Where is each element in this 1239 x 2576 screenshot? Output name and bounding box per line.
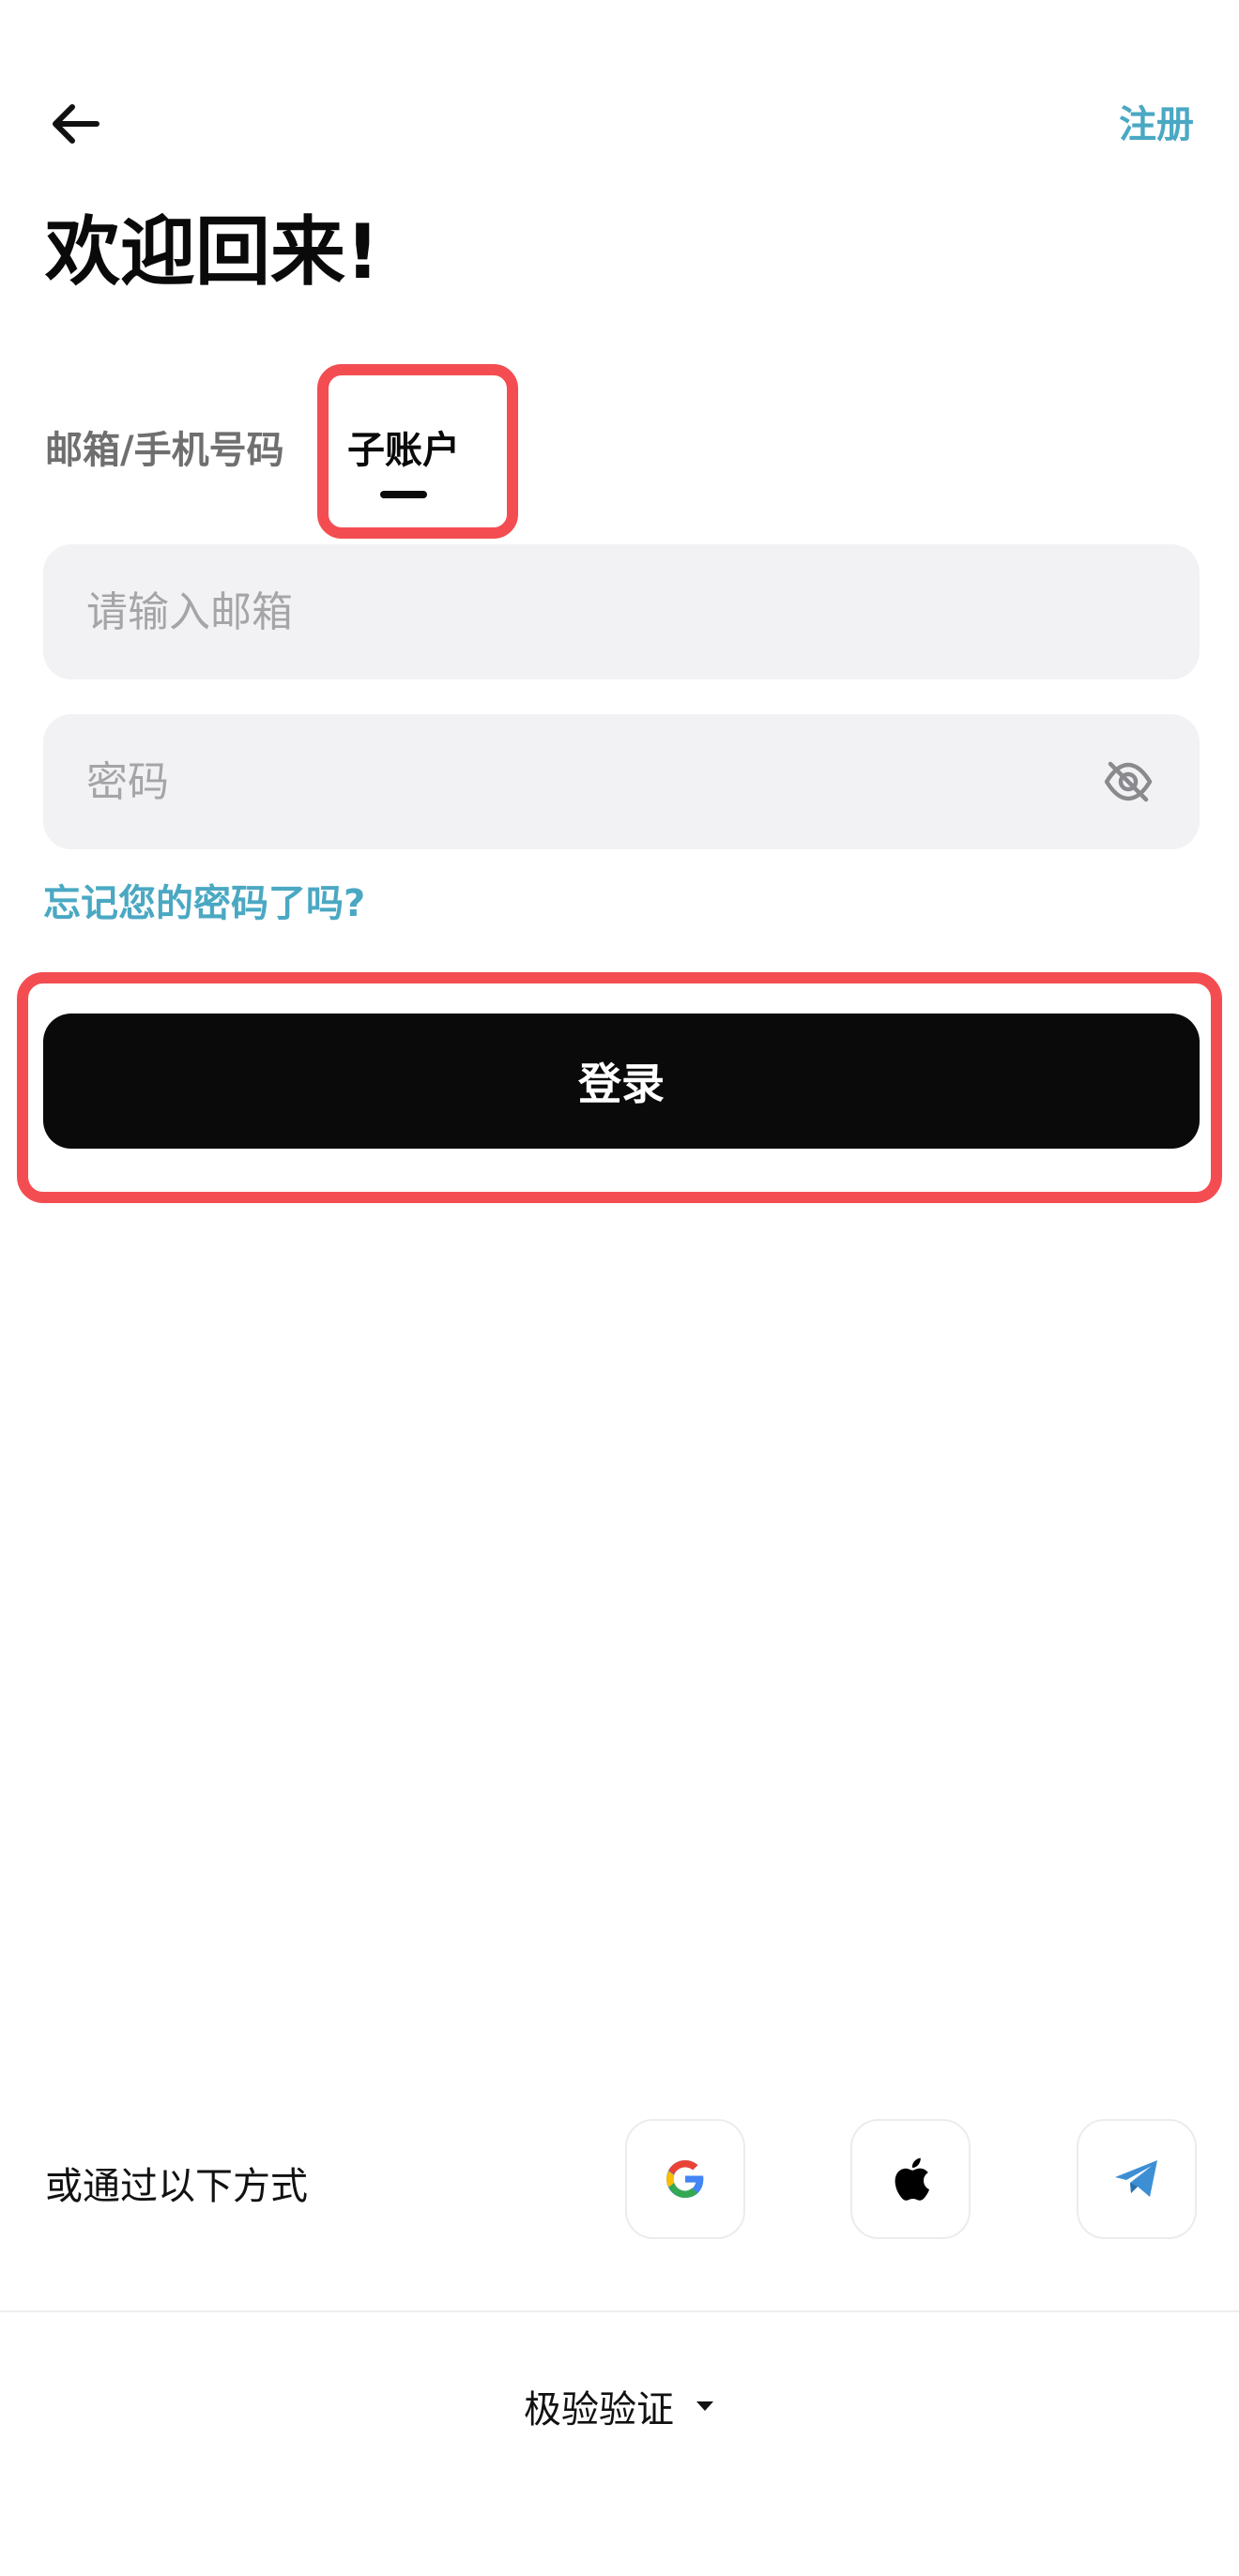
- active-tab-indicator: [380, 491, 427, 498]
- register-link[interactable]: 注册: [1119, 94, 1194, 148]
- login-button[interactable]: 登录: [43, 1014, 1200, 1149]
- apple-login-button[interactable]: [850, 2119, 971, 2239]
- back-button[interactable]: [38, 86, 113, 161]
- alternative-login-label: 或通过以下方式: [45, 2165, 308, 2208]
- captcha-selector[interactable]: 极验验证: [0, 2379, 1239, 2433]
- apple-icon: [895, 2157, 929, 2201]
- password-visibility-toggle[interactable]: [1098, 752, 1158, 812]
- arrow-left-icon: [53, 104, 99, 144]
- eye-off-icon: [1104, 761, 1153, 802]
- email-input[interactable]: [84, 587, 1158, 637]
- google-icon: [666, 2160, 704, 2198]
- telegram-icon: [1115, 2160, 1157, 2197]
- password-input[interactable]: [84, 756, 1098, 807]
- telegram-login-button[interactable]: [1077, 2119, 1197, 2239]
- tab-sub-account[interactable]: 子账户: [347, 419, 460, 474]
- forgot-password-link[interactable]: 忘记您的密码了吗?: [43, 873, 365, 927]
- password-field-container: [43, 714, 1200, 849]
- captcha-label: 极验验证: [524, 2388, 674, 2431]
- tab-email-phone[interactable]: 邮箱/手机号码: [45, 419, 284, 474]
- google-login-button[interactable]: [625, 2119, 745, 2239]
- email-field-container: [43, 544, 1200, 679]
- caret-down-icon: [696, 2401, 713, 2411]
- footer-divider: [0, 2310, 1239, 2312]
- page-title: 欢迎回来!: [45, 208, 380, 296]
